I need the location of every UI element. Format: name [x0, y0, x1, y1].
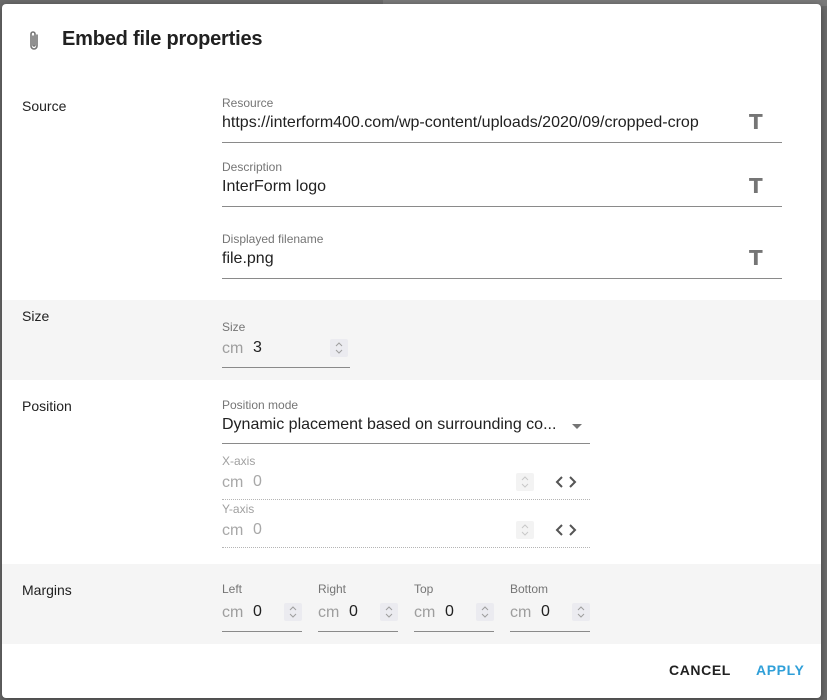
- margins-section-label: Margins: [22, 582, 72, 598]
- margin-bottom-unit: cm: [510, 604, 532, 621]
- margin-right-input[interactable]: 0: [349, 603, 358, 621]
- x-axis-spinner[interactable]: [516, 473, 534, 491]
- size-input[interactable]: 3: [253, 339, 262, 357]
- margin-left-field[interactable]: Left cm 0: [222, 582, 302, 632]
- margin-top-spinner[interactable]: [476, 603, 494, 621]
- margin-right-unit: cm: [318, 604, 340, 621]
- position-mode-value[interactable]: Dynamic placement based on surrounding c…: [222, 416, 562, 434]
- resource-input[interactable]: https://interform400.com/wp-content/uplo…: [222, 114, 727, 132]
- size-spinner[interactable]: [330, 339, 348, 357]
- paperclip-icon: [30, 31, 38, 50]
- position-section-label: Position: [22, 398, 72, 414]
- margin-left-unit: cm: [222, 604, 244, 621]
- filename-input[interactable]: file.png: [222, 250, 727, 268]
- source-section: Source Resource https://interform400.com…: [2, 78, 821, 300]
- text-format-icon[interactable]: T: [749, 174, 763, 198]
- margin-left-spinner[interactable]: [284, 603, 302, 621]
- margin-left-underline: [222, 631, 302, 632]
- apply-button[interactable]: APPLY: [756, 662, 804, 678]
- margin-bottom-spinner[interactable]: [572, 603, 590, 621]
- filename-field[interactable]: Displayed filename file.png T: [222, 232, 782, 280]
- code-icon[interactable]: [555, 523, 577, 537]
- resource-label: Resource: [222, 96, 274, 110]
- description-underline: [222, 206, 782, 207]
- size-underline: [222, 367, 350, 368]
- margin-left-input[interactable]: 0: [253, 603, 262, 621]
- position-mode-underline: [222, 443, 590, 444]
- description-label: Description: [222, 160, 283, 174]
- text-format-icon[interactable]: T: [749, 110, 763, 134]
- embed-file-dialog: Embed file properties Source Resource ht…: [2, 4, 821, 698]
- size-label: Size: [222, 320, 246, 334]
- y-axis-spinner[interactable]: [516, 521, 534, 539]
- spinner-arrows-icon: [521, 476, 529, 488]
- y-axis-underline: [222, 547, 590, 548]
- filename-label: Displayed filename: [222, 232, 324, 246]
- margin-right-label: Right: [318, 582, 347, 596]
- y-axis-field[interactable]: Y-axis cm 0: [222, 502, 590, 548]
- margin-top-unit: cm: [414, 604, 436, 621]
- size-section-label: Size: [22, 308, 50, 324]
- y-axis-unit: cm: [222, 522, 244, 539]
- description-input[interactable]: InterForm logo: [222, 178, 727, 196]
- size-section: Size Size cm 3: [2, 300, 821, 380]
- margin-bottom-input[interactable]: 0: [541, 603, 550, 621]
- resource-field[interactable]: Resource https://interform400.com/wp-con…: [222, 96, 782, 144]
- spinner-arrows-icon: [289, 606, 297, 618]
- spinner-arrows-icon: [481, 606, 489, 618]
- margins-section: Margins Left cm 0 Right cm 0 Top cm 0 Bo…: [2, 564, 821, 644]
- x-axis-field[interactable]: X-axis cm 0: [222, 454, 590, 500]
- margin-top-field[interactable]: Top cm 0: [414, 582, 494, 632]
- margin-right-field[interactable]: Right cm 0: [318, 582, 398, 632]
- x-axis-unit: cm: [222, 474, 244, 491]
- margin-right-spinner[interactable]: [380, 603, 398, 621]
- margin-top-underline: [414, 631, 494, 632]
- x-axis-input[interactable]: 0: [253, 473, 262, 491]
- position-section: Position Position mode Dynamic placement…: [2, 380, 821, 564]
- code-icon[interactable]: [555, 475, 577, 489]
- margin-right-underline: [318, 631, 398, 632]
- margin-bottom-field[interactable]: Bottom cm 0: [510, 582, 590, 632]
- y-axis-input[interactable]: 0: [253, 521, 262, 539]
- size-field[interactable]: Size cm 3: [222, 320, 350, 368]
- source-section-label: Source: [22, 98, 67, 114]
- position-mode-label: Position mode: [222, 398, 299, 412]
- description-field[interactable]: Description InterForm logo T: [222, 160, 782, 208]
- x-axis-underline: [222, 499, 590, 500]
- spinner-arrows-icon: [335, 342, 343, 354]
- y-axis-label: Y-axis: [222, 502, 255, 516]
- dialog-header: Embed file properties: [2, 4, 821, 78]
- resource-underline: [222, 142, 782, 143]
- cancel-button[interactable]: CANCEL: [669, 662, 731, 678]
- spinner-arrows-icon: [577, 606, 585, 618]
- margin-bottom-underline: [510, 631, 590, 632]
- dropdown-arrow-icon[interactable]: [572, 424, 582, 429]
- margin-left-label: Left: [222, 582, 243, 596]
- x-axis-label: X-axis: [222, 454, 256, 468]
- margin-top-input[interactable]: 0: [445, 603, 454, 621]
- margin-bottom-label: Bottom: [510, 582, 549, 596]
- size-unit: cm: [222, 340, 244, 357]
- spinner-arrows-icon: [521, 524, 529, 536]
- text-format-icon[interactable]: T: [749, 246, 763, 270]
- spinner-arrows-icon: [385, 606, 393, 618]
- dialog-title: Embed file properties: [62, 28, 263, 50]
- margin-top-label: Top: [414, 582, 434, 596]
- filename-underline: [222, 278, 782, 279]
- position-mode-select[interactable]: Position mode Dynamic placement based on…: [222, 398, 590, 446]
